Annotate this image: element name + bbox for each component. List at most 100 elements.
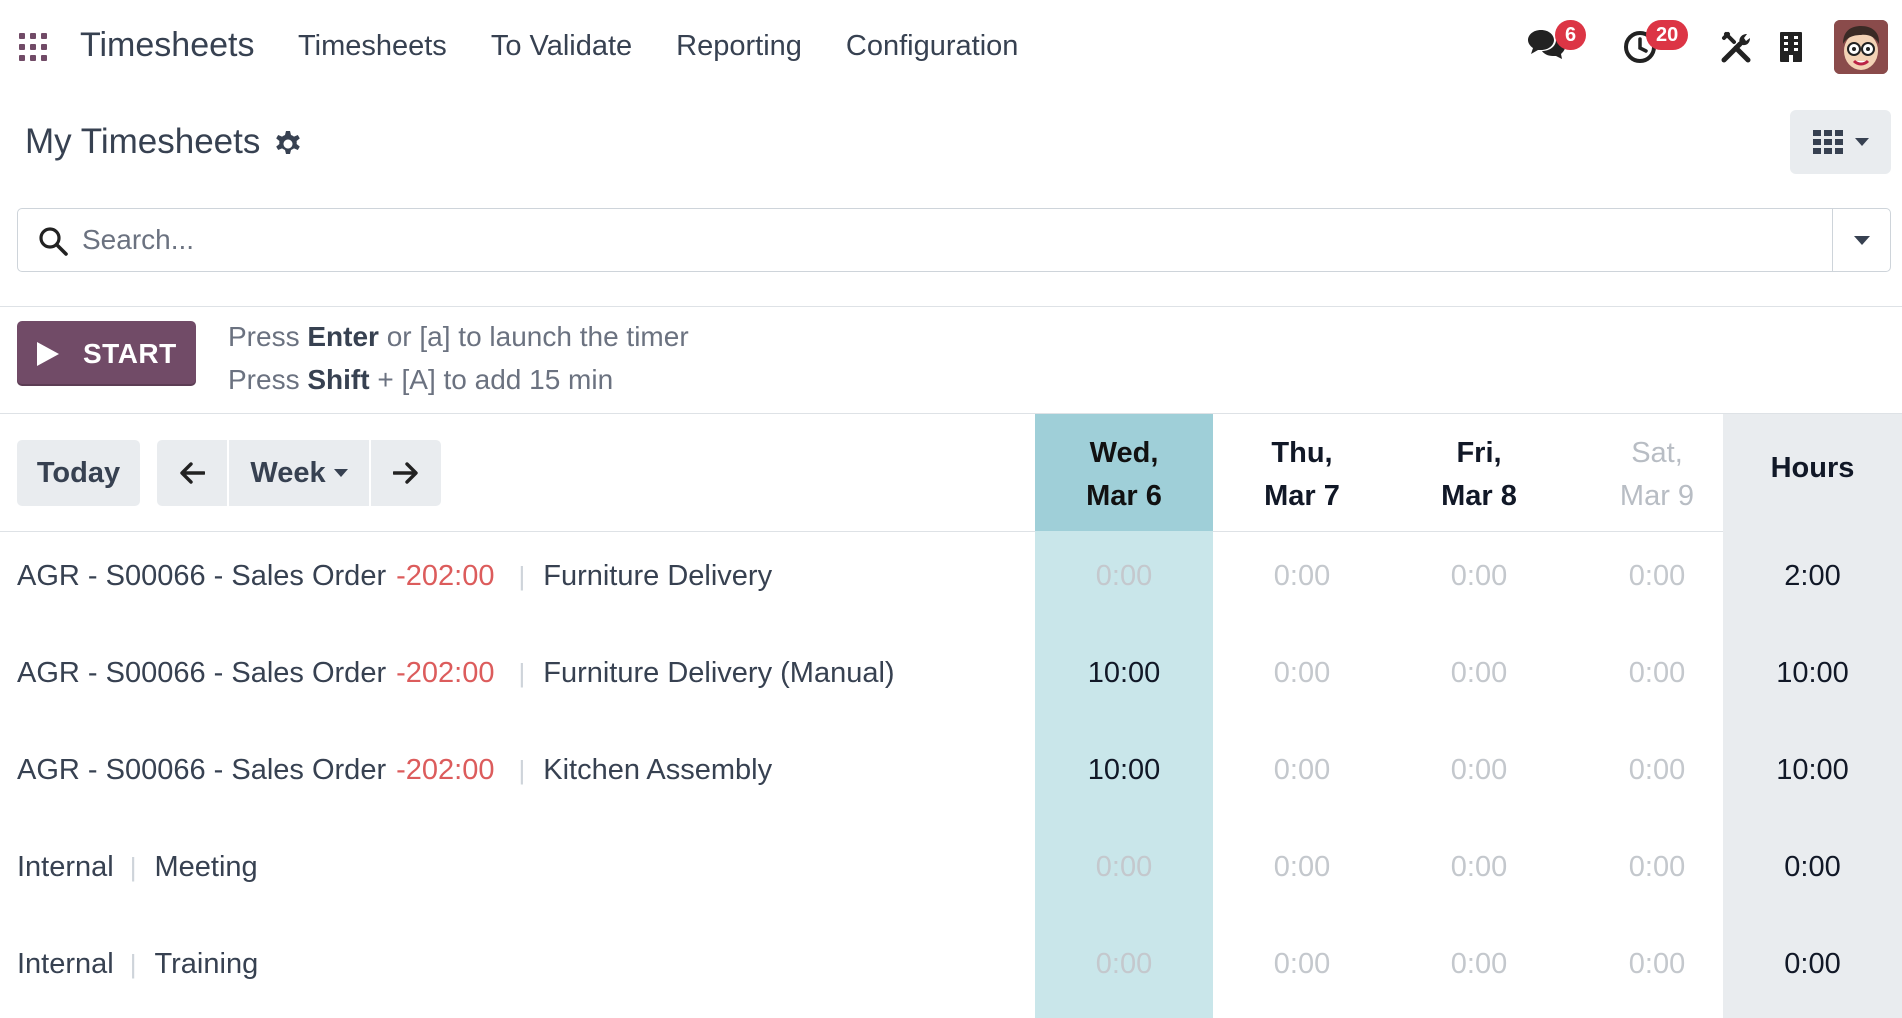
arrow-left-icon <box>180 462 205 484</box>
caret-down-icon <box>333 469 348 477</box>
previous-period-button[interactable] <box>157 440 227 506</box>
activities-badge: 20 <box>1646 20 1689 50</box>
row-remaining-hours: -202:00 <box>396 754 495 786</box>
grid-cell[interactable]: 0:00 <box>1035 560 1213 593</box>
grid-cell[interactable]: 0:00 <box>1568 657 1746 690</box>
menu-reporting[interactable]: Reporting <box>676 30 802 63</box>
table-row: AGR - S00066 - Sales Order -202:00 | Fur… <box>0 532 1902 629</box>
row-task: Furniture Delivery (Manual) <box>543 657 895 689</box>
row-task: Kitchen Assembly <box>543 754 773 786</box>
column-header-hours: Hours <box>1770 452 1855 484</box>
grid-cell[interactable]: 0:00 <box>1213 948 1391 981</box>
company-button[interactable] <box>1778 30 1804 69</box>
row-total: 2:00 <box>1784 560 1841 592</box>
separator: | <box>518 658 526 688</box>
grid-cell[interactable]: 0:00 <box>1390 851 1568 884</box>
row-task: Training <box>154 948 259 980</box>
search-icon <box>39 227 68 256</box>
main-menu: Timesheets To Validate Reporting Configu… <box>298 30 1018 63</box>
today-button[interactable]: Today <box>17 440 140 506</box>
arrow-right-icon <box>393 462 418 484</box>
menu-timesheets[interactable]: Timesheets <box>298 30 447 63</box>
grid-cell[interactable]: 0:00 <box>1568 948 1746 981</box>
timer-help: Press Enter or [a] to launch the timer P… <box>228 315 689 401</box>
grid-cell[interactable]: 0:00 <box>1568 851 1746 884</box>
activities-button[interactable]: 20 <box>1622 20 1689 69</box>
row-task: Meeting <box>154 851 258 883</box>
grid-cell[interactable]: 0:00 <box>1213 560 1391 593</box>
grid-cell[interactable]: 0:00 <box>1568 560 1746 593</box>
timesheet-grid: Today Week Wed, Mar 6 Thu, Mar 7 Fri, Ma… <box>0 414 1902 1018</box>
tools-icon <box>1721 32 1751 63</box>
row-project: Internal <box>17 851 114 883</box>
caret-down-icon <box>1853 235 1870 245</box>
table-row: Internal | Meeting 0:00 0:00 0:00 0:00 0… <box>0 823 1902 920</box>
row-project: Internal <box>17 948 114 980</box>
timer-help-line-2: Press Shift + [A] to add 15 min <box>228 364 614 395</box>
row-project: AGR - S00066 - Sales Order <box>17 754 387 786</box>
menu-to-validate[interactable]: To Validate <box>491 30 632 63</box>
messages-badge: 6 <box>1555 20 1587 50</box>
row-label: AGR - S00066 - Sales Order -202:00 | Fur… <box>17 560 772 593</box>
row-remaining-hours: -202:00 <box>396 657 495 689</box>
separator: | <box>518 755 526 785</box>
table-row: AGR - S00066 - Sales Order -202:00 | Fur… <box>0 629 1902 726</box>
menu-configuration[interactable]: Configuration <box>846 30 1019 63</box>
messages-button[interactable]: 6 <box>1527 20 1587 69</box>
grid-cell[interactable]: 0:00 <box>1390 754 1568 787</box>
search-bar <box>17 208 1891 272</box>
grid-cell[interactable]: 0:00 <box>1213 851 1391 884</box>
caret-down-icon <box>1854 138 1869 146</box>
tools-button[interactable] <box>1720 30 1754 69</box>
column-header-wed: Wed, Mar 6 <box>1086 437 1162 512</box>
row-total: 10:00 <box>1776 754 1849 786</box>
row-project: AGR - S00066 - Sales Order <box>17 657 387 689</box>
start-timer-button[interactable]: START <box>17 321 196 386</box>
table-row: Internal | Training 0:00 0:00 0:00 0:00 … <box>0 920 1902 1017</box>
column-header-thu: Thu, Mar 7 <box>1264 437 1340 512</box>
period-dropdown[interactable]: Week <box>229 440 369 506</box>
grid-cell[interactable]: 0:00 <box>1390 948 1568 981</box>
period-label: Week <box>250 456 326 489</box>
range-controls: Today Week <box>17 440 441 506</box>
app-grid-icon[interactable] <box>19 33 47 61</box>
building-icon <box>1780 32 1802 62</box>
timer-help-line-1: Press Enter or [a] to launch the timer <box>228 321 689 352</box>
grid-cell[interactable]: 0:00 <box>1213 754 1391 787</box>
page-title: My Timesheets <box>25 122 302 162</box>
row-task: Furniture Delivery <box>543 560 773 592</box>
view-switcher-button[interactable] <box>1790 110 1891 174</box>
period-nav: Week <box>157 440 441 506</box>
row-project: AGR - S00066 - Sales Order <box>17 560 387 592</box>
user-avatar[interactable] <box>1834 20 1888 74</box>
row-label: AGR - S00066 - Sales Order -202:00 | Fur… <box>17 657 895 690</box>
divider <box>0 306 1902 307</box>
row-label: Internal | Meeting <box>17 851 258 884</box>
grid-cell[interactable]: 10:00 <box>1035 754 1213 787</box>
search-input[interactable] <box>82 217 1782 263</box>
gear-icon[interactable] <box>274 129 302 157</box>
grid-cell[interactable]: 0:00 <box>1035 851 1213 884</box>
grid-cell[interactable]: 0:00 <box>1568 754 1746 787</box>
row-total: 0:00 <box>1784 948 1841 980</box>
grid-cell[interactable]: 0:00 <box>1390 560 1568 593</box>
grid-cell[interactable]: 0:00 <box>1213 657 1391 690</box>
grid-cell[interactable]: 10:00 <box>1035 657 1213 690</box>
play-icon <box>37 341 59 366</box>
start-timer-label: START <box>83 337 177 369</box>
grid-cell[interactable]: 0:00 <box>1390 657 1568 690</box>
table-row: AGR - S00066 - Sales Order -202:00 | Kit… <box>0 726 1902 823</box>
page-title-text: My Timesheets <box>25 122 261 161</box>
search-options-toggle[interactable] <box>1832 209 1890 271</box>
column-header-sat: Sat, Mar 9 <box>1619 437 1695 512</box>
app-brand[interactable]: Timesheets <box>80 26 254 65</box>
grid-view-icon <box>1812 130 1843 154</box>
row-label: AGR - S00066 - Sales Order -202:00 | Kit… <box>17 754 772 787</box>
grid-cell[interactable]: 0:00 <box>1035 948 1213 981</box>
next-period-button[interactable] <box>371 440 441 506</box>
row-total: 0:00 <box>1784 851 1841 883</box>
user-face-icon <box>1834 20 1888 74</box>
column-header-fri: Fri, Mar 8 <box>1441 437 1517 512</box>
row-remaining-hours: -202:00 <box>396 560 495 592</box>
separator: | <box>129 949 137 979</box>
